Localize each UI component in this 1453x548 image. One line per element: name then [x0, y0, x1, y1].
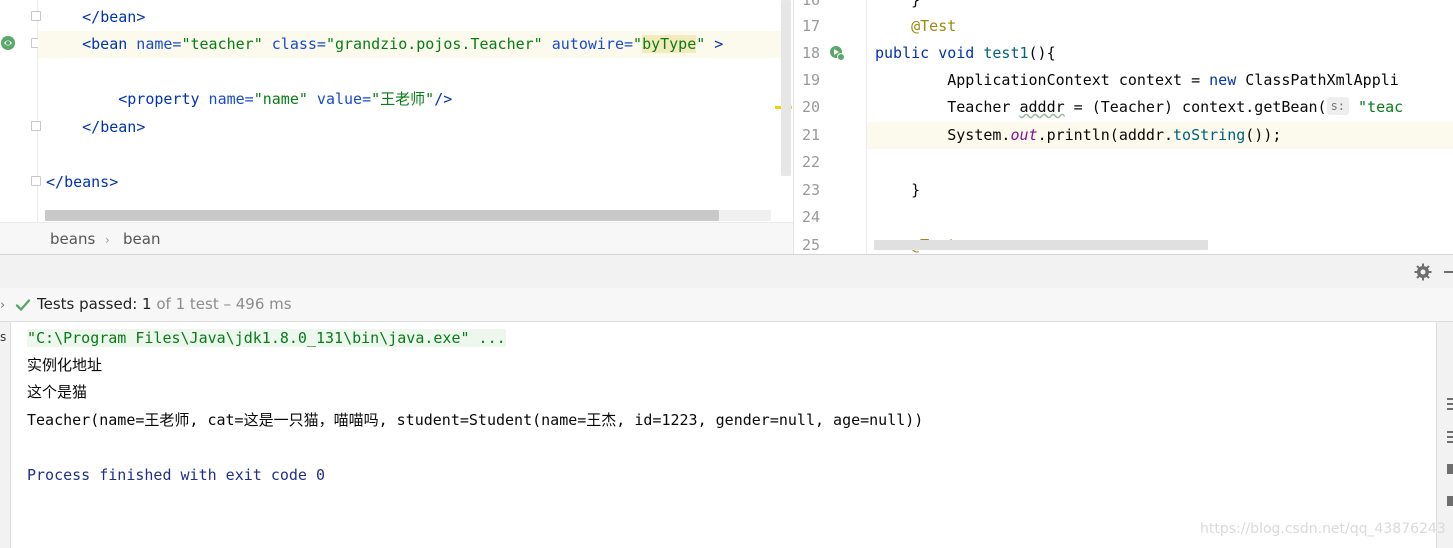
line-number: 17 [802, 17, 821, 35]
console-right-toolbar [1437, 322, 1453, 548]
console-line: 实例化地址 [27, 356, 103, 374]
xml-line-current: <bean name="teacher" class="grandzio.poj… [38, 31, 788, 58]
fold-marker[interactable] [31, 176, 41, 186]
code-line: } [875, 0, 921, 9]
breadcrumb-item-bean[interactable]: bean [123, 230, 160, 248]
bean-gutter-icon[interactable] [0, 35, 16, 51]
test-status-bar: › Tests passed: 1 of 1 test – 496 ms [0, 288, 1453, 322]
console-line: 这个是猫 [27, 383, 88, 401]
line-number: 21 [802, 126, 821, 144]
console-left-toolbar [0, 322, 10, 548]
xml-line: </bean> [82, 118, 146, 136]
soft-wrap-icon[interactable] [1447, 397, 1453, 411]
check-icon [15, 299, 31, 311]
collapse-marker[interactable]: › [0, 298, 5, 313]
line-number: 22 [802, 153, 821, 171]
console-left-label: s [0, 330, 7, 344]
run-test-icon[interactable] [829, 45, 845, 61]
code-line: public void test1(){ [875, 44, 1056, 62]
xml-horizontal-scrollbar[interactable] [45, 210, 719, 221]
xml-editor-gutter [0, 0, 38, 222]
xml-line: <property name="name" value="王老师"/> [118, 90, 453, 108]
gear-icon[interactable] [1414, 263, 1432, 281]
clear-all-icon[interactable] [1447, 494, 1453, 508]
code-line-current: System.out.println(adddr.toString()); [867, 122, 1453, 149]
highlighted-token: byType [642, 35, 697, 53]
java-horizontal-scrollbar[interactable] [874, 240, 1208, 250]
line-number: 25 [802, 236, 821, 254]
xml-editor[interactable]: </bean> <bean name="teacher" class="gran… [0, 0, 793, 222]
line-number: 23 [802, 181, 821, 199]
line-number: 18 [802, 44, 821, 62]
breadcrumb-separator: › [105, 233, 110, 247]
java-editor[interactable]: 16 17 18 19 20 21 22 23 24 25 } @Test pu… [793, 0, 1453, 254]
breadcrumb: beans › bean [0, 222, 793, 254]
test-status-text: Tests passed: 1 of 1 test – 496 ms [37, 295, 292, 313]
watermark: https://blog.csdn.net/qq_43876243 [1200, 521, 1446, 537]
console-output[interactable]: "C:\Program Files\Java\jdk1.8.0_131\bin\… [10, 322, 1437, 548]
fold-marker[interactable] [31, 11, 41, 21]
console-line-command: "C:\Program Files\Java\jdk1.8.0_131\bin\… [27, 329, 506, 347]
line-number: 16 [802, 0, 821, 9]
xml-line: </bean> [82, 8, 146, 26]
line-number: 24 [802, 208, 821, 226]
minimize-icon[interactable] [1444, 271, 1453, 273]
line-number: 20 [802, 98, 821, 116]
console-line: Teacher(name=王老师, cat=这是一只猫，喵喵吗, student… [27, 411, 924, 429]
xml-scrollbar-track [719, 210, 771, 221]
xml-vertical-scrollbar[interactable] [781, 0, 791, 176]
scroll-to-end-icon[interactable] [1447, 430, 1453, 444]
run-tool-window-header [0, 254, 1453, 288]
line-number: 19 [802, 71, 821, 89]
code-line: @Test [911, 17, 957, 35]
console-line-exit: Process finished with exit code 0 [27, 466, 326, 484]
parameter-hint: s: [1326, 97, 1350, 115]
code-line: } [911, 181, 921, 199]
breadcrumb-item-beans[interactable]: beans [50, 230, 95, 248]
fold-marker[interactable] [31, 121, 41, 131]
code-line: ApplicationContext context = new ClassPa… [947, 71, 1399, 89]
code-line: Teacher adddr = (Teacher) context.getBea… [947, 97, 1404, 116]
print-icon[interactable] [1447, 462, 1453, 476]
xml-line: </beans> [46, 173, 119, 191]
